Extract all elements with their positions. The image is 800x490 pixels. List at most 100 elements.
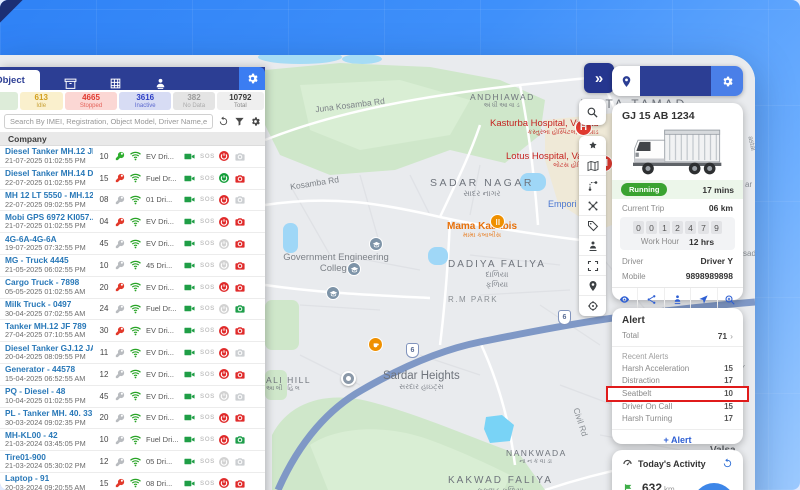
sos-label[interactable]: SOS — [200, 327, 214, 334]
vehicle-row[interactable]: Mobi GPS 6972 KI057... 21-07-2025 01:02:… — [0, 211, 265, 233]
sos-label[interactable]: SOS — [200, 262, 214, 269]
camera-status-icon[interactable] — [234, 173, 246, 184]
immobilizer-status-icon[interactable] — [218, 412, 230, 424]
video-camera-icon[interactable] — [183, 369, 196, 380]
immobilizer-status-icon[interactable] — [218, 281, 230, 293]
vehicle-row[interactable]: PL - Tanker MH. 40. 33 30-03-2024 09:02:… — [0, 408, 265, 430]
vehicle-row[interactable]: 4G-6A-4G-6A 19-07-2025 07:32:55 PM 45 EV… — [0, 233, 265, 255]
place-pin-button[interactable] — [579, 276, 606, 296]
sos-label[interactable]: SOS — [200, 196, 214, 203]
immobilizer-status-icon[interactable] — [218, 303, 230, 315]
school-poi-icon[interactable] — [347, 262, 361, 276]
immobilizer-status-icon[interactable] — [218, 368, 230, 380]
school-poi-icon[interactable] — [326, 286, 340, 300]
filter-icon[interactable] — [234, 116, 245, 127]
locate-crosshair-button[interactable] — [579, 296, 606, 316]
camera-status-icon[interactable] — [234, 303, 246, 314]
list-group-header[interactable]: Company — [0, 132, 265, 146]
immobilizer-status-icon[interactable] — [218, 172, 230, 184]
camera-status-icon[interactable] — [234, 282, 246, 293]
camera-status-icon[interactable] — [234, 151, 246, 162]
vehicle-row[interactable]: Laptop - 91 20-03-2024 09:20:55 AM 15 08… — [0, 473, 265, 490]
sos-label[interactable]: SOS — [200, 436, 214, 443]
vehicle-row[interactable]: Tire01-900 21-03-2024 05:30:02 PM 12 05 … — [0, 451, 265, 473]
sos-label[interactable]: SOS — [200, 480, 214, 487]
video-camera-icon[interactable] — [183, 347, 196, 358]
status-chip[interactable]: 4665 Stopped — [65, 92, 117, 110]
camera-status-icon[interactable] — [234, 325, 246, 336]
vehicle-row[interactable]: MG - Truck 4445 21-05-2025 06:02:55 PM 1… — [0, 255, 265, 277]
vehicle-row[interactable]: MH-KL00 - 42 21-03-2024 03:45:05 PM 10 F… — [0, 429, 265, 451]
panel-settings-button[interactable] — [711, 66, 743, 96]
video-camera-icon[interactable] — [183, 325, 196, 336]
immobilizer-status-icon[interactable] — [218, 150, 230, 162]
video-camera-icon[interactable] — [183, 260, 196, 271]
refresh-icon[interactable] — [218, 116, 229, 127]
video-camera-icon[interactable] — [183, 456, 196, 467]
vehicle-row[interactable]: Milk Truck - 0497 30-04-2025 07:02:55 AM… — [0, 299, 265, 321]
video-camera-icon[interactable] — [183, 216, 196, 227]
selected-vehicle-field[interactable] — [640, 66, 711, 96]
immobilizer-status-icon[interactable] — [218, 390, 230, 402]
place-poi-icon[interactable] — [341, 371, 356, 386]
immobilizer-status-icon[interactable] — [218, 477, 230, 489]
activity-refresh-icon[interactable] — [722, 458, 733, 469]
sos-label[interactable]: SOS — [200, 393, 214, 400]
fullscreen-button[interactable] — [579, 256, 606, 276]
vehicle-row[interactable]: Tanker MH.12 JF 789 27-04-2025 07:10:55 … — [0, 320, 265, 342]
sos-label[interactable]: SOS — [200, 414, 214, 421]
alert-item[interactable]: Seatbelt 10 — [608, 388, 747, 400]
vehicle-row[interactable]: Diesel Tanker MH.14 DM... 22-07-2025 01:… — [0, 168, 265, 190]
camera-status-icon[interactable] — [234, 238, 246, 249]
video-camera-icon[interactable] — [183, 151, 196, 162]
vehicle-row[interactable]: Cargo Truck - 7898 05-05-2025 01:02:55 A… — [0, 277, 265, 299]
video-camera-icon[interactable] — [183, 478, 196, 489]
street-view-button[interactable] — [579, 236, 606, 256]
immobilizer-status-icon[interactable] — [218, 456, 230, 468]
alert-item[interactable]: Driver On Call 15 — [612, 401, 743, 413]
video-camera-icon[interactable] — [183, 391, 196, 402]
video-camera-icon[interactable] — [183, 238, 196, 249]
status-chip[interactable] — [0, 92, 18, 110]
archive-box-icon[interactable] — [64, 77, 77, 90]
video-camera-icon[interactable] — [183, 303, 196, 314]
vehicle-row[interactable]: MH 12 LT 5550 - MH.12 JF 7... 22-07-2025… — [0, 190, 265, 212]
collapse-panel-button[interactable]: » — [584, 63, 614, 93]
alert-item[interactable]: Harsh Turning 17 — [612, 413, 743, 425]
camera-status-icon[interactable] — [234, 216, 246, 227]
vehicle-row[interactable]: Diesel Tanker MH.12 JF 7... 21-07-2025 0… — [0, 146, 265, 168]
alert-item[interactable]: Harsh Acceleration 15 — [612, 363, 743, 375]
immobilizer-status-icon[interactable] — [218, 216, 230, 228]
status-chip[interactable]: 613 Idle — [20, 92, 63, 110]
restaurant-poi-icon[interactable] — [490, 214, 505, 229]
grid-icon[interactable] — [109, 77, 122, 90]
immobilizer-status-icon[interactable] — [218, 434, 230, 446]
search-input[interactable] — [4, 114, 213, 129]
immobilizer-status-icon[interactable] — [218, 325, 230, 337]
alert-item[interactable]: Distraction 17 — [612, 375, 743, 387]
sos-label[interactable]: SOS — [200, 371, 214, 378]
person-pin-icon[interactable] — [154, 77, 167, 90]
sos-label[interactable]: SOS — [200, 349, 214, 356]
video-camera-icon[interactable] — [183, 434, 196, 445]
add-alert-button[interactable]: + Alert — [612, 429, 743, 450]
immobilizer-status-icon[interactable] — [218, 194, 230, 206]
status-chip[interactable]: 382 No Data — [173, 92, 214, 110]
sos-label[interactable]: SOS — [200, 175, 214, 182]
gear-icon[interactable] — [250, 116, 261, 127]
camera-status-icon[interactable] — [234, 260, 246, 271]
status-chip[interactable]: 10792 Total — [217, 92, 264, 110]
vehicle-row[interactable]: Generator - 44578 15-04-2025 06:52:55 AM… — [0, 364, 265, 386]
video-camera-icon[interactable] — [183, 173, 196, 184]
vehicle-row[interactable]: Diesel Tanker GJ.12 JA.. 20-04-2025 08:0… — [0, 342, 265, 364]
cafe-poi-icon[interactable] — [368, 337, 383, 352]
route-button[interactable] — [579, 176, 606, 196]
camera-status-icon[interactable] — [234, 347, 246, 358]
immobilizer-status-icon[interactable] — [218, 259, 230, 271]
sos-label[interactable]: SOS — [200, 458, 214, 465]
sos-label[interactable]: SOS — [200, 305, 214, 312]
video-camera-icon[interactable] — [183, 194, 196, 205]
school-poi-icon[interactable] — [369, 237, 383, 251]
camera-status-icon[interactable] — [234, 456, 246, 467]
video-camera-icon[interactable] — [183, 412, 196, 423]
